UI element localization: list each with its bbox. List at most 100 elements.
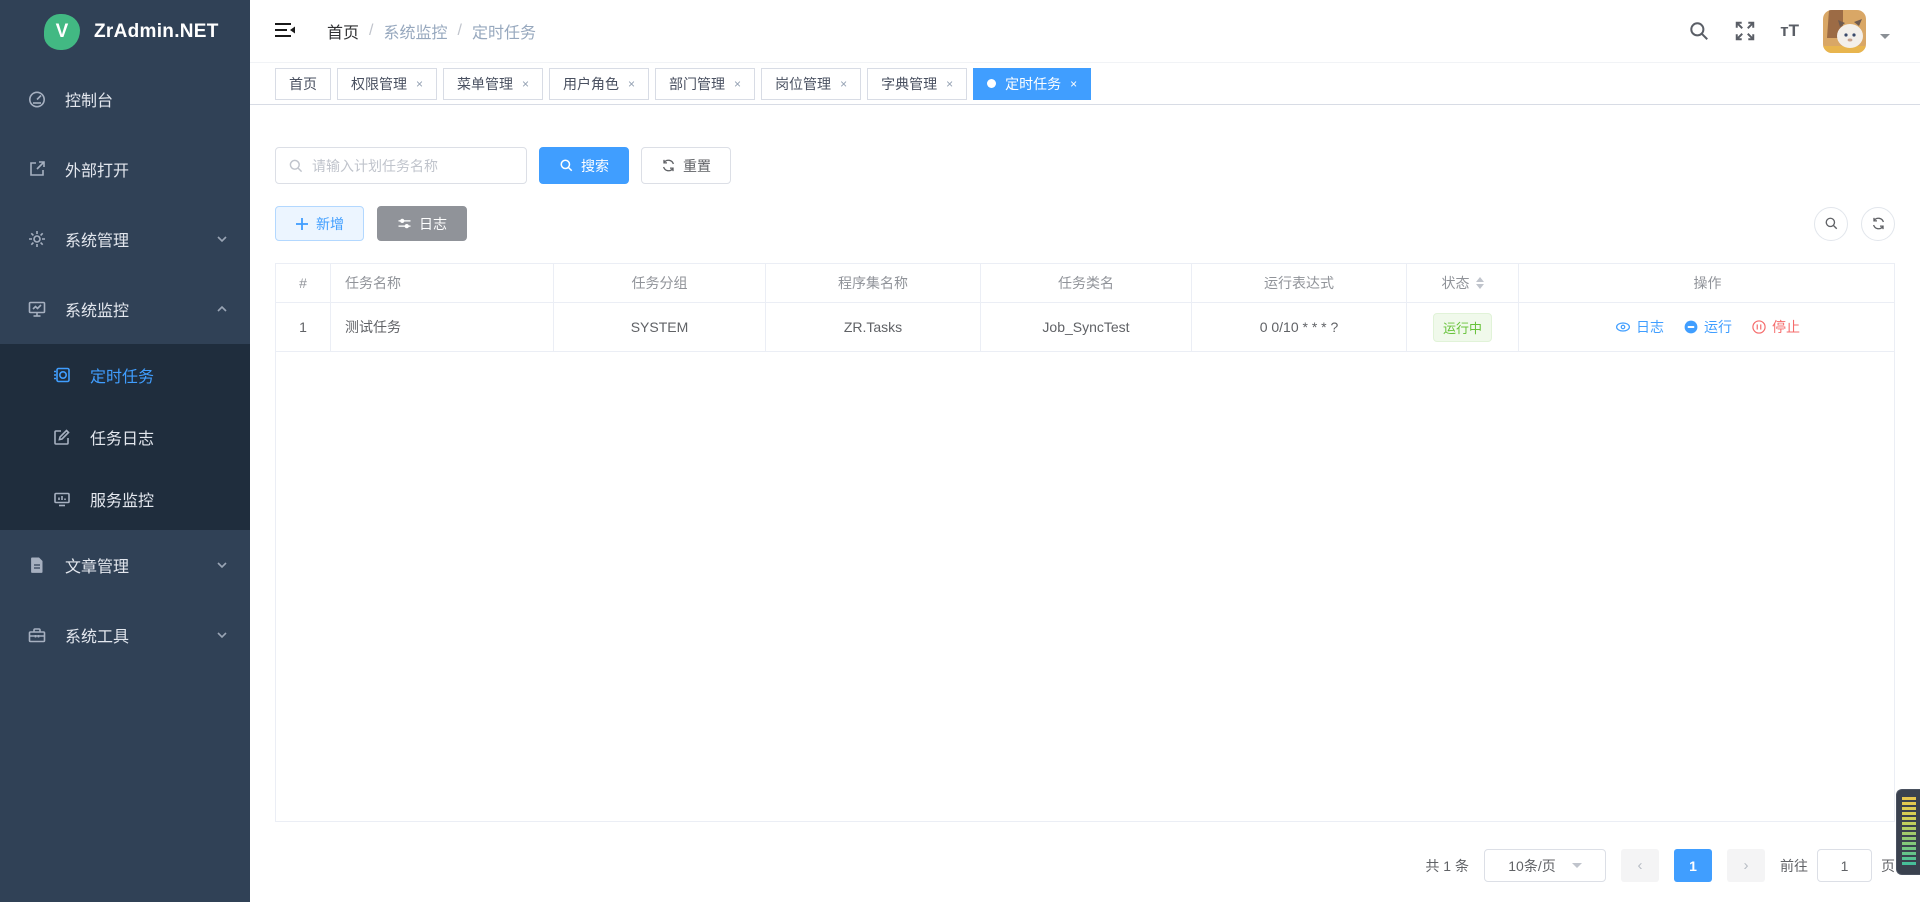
app-title: ZrAdmin.NET <box>94 21 219 43</box>
floating-edge-widget[interactable] <box>1896 789 1920 875</box>
tab-close-icon[interactable]: × <box>522 77 529 91</box>
timer-icon <box>52 365 72 385</box>
sidebar-item-dashboard[interactable]: 控制台 <box>0 64 250 134</box>
column-header-task-name: 任务名称 <box>331 264 554 302</box>
edit-log-icon <box>52 427 72 447</box>
search-icon <box>288 158 304 174</box>
run-task-label: 运行 <box>1704 317 1732 337</box>
column-header-assembly: 程序集名称 <box>766 264 981 302</box>
pagination-total: 共 1 条 <box>1425 856 1469 876</box>
caret-down-icon[interactable] <box>1880 34 1890 44</box>
cell-index: 1 <box>276 303 331 351</box>
log-button-label: 日志 <box>419 214 447 234</box>
cell-task-name: 测试任务 <box>331 303 554 351</box>
tab-scheduled-tasks[interactable]: 定时任务 × <box>973 68 1091 100</box>
refresh-table-button[interactable] <box>1861 207 1895 241</box>
column-header-task-group: 任务分组 <box>554 264 766 302</box>
sidebar-item-label: 外部打开 <box>65 157 129 181</box>
equalizer-bars-icon <box>1902 797 1916 867</box>
row-actions: 日志 运行 停止 <box>1615 317 1800 337</box>
add-button-label: 新增 <box>316 214 344 234</box>
goto-page: 前往 页 <box>1780 849 1895 882</box>
tab-user-roles[interactable]: 用户角色 × <box>549 68 649 100</box>
tab-dictionary-management[interactable]: 字典管理 × <box>867 68 967 100</box>
server-monitor-icon <box>52 489 72 509</box>
log-button[interactable]: 日志 <box>377 206 467 241</box>
table-row[interactable]: 1 测试任务 SYSTEM ZR.Tasks Job_SyncTest 0 0/… <box>276 303 1894 352</box>
next-page-button[interactable]: › <box>1727 849 1765 882</box>
page-content: 搜索 重置 新增 <box>250 105 1920 902</box>
stop-task-label: 停止 <box>1772 317 1800 337</box>
tab-label: 岗位管理 <box>775 74 831 94</box>
tab-close-icon[interactable]: × <box>1070 77 1077 91</box>
view-log-label: 日志 <box>1636 317 1664 337</box>
sidebar: V ZrAdmin.NET 控制台 外部打开 <box>0 0 250 902</box>
tab-close-icon[interactable]: × <box>840 77 847 91</box>
cell-status: 运行中 <box>1407 303 1519 351</box>
sidebar-item-service-monitor[interactable]: 服务监控 <box>0 468 250 530</box>
refresh-icon <box>1871 216 1886 231</box>
page-size-value: 10条/页 <box>1508 856 1555 876</box>
sidebar-item-system-monitor[interactable]: 系统监控 <box>0 274 250 344</box>
sidebar-collapse-icon[interactable] <box>273 20 297 43</box>
sidebar-item-label: 系统监控 <box>65 297 129 321</box>
external-link-icon <box>27 159 47 179</box>
tab-close-icon[interactable]: × <box>416 77 423 91</box>
breadcrumb-home[interactable]: 首页 <box>327 19 359 43</box>
chevron-down-icon <box>1572 863 1582 873</box>
sidebar-item-external-open[interactable]: 外部打开 <box>0 134 250 204</box>
run-task-link[interactable]: 运行 <box>1683 317 1732 337</box>
column-header-status-label: 状态 <box>1442 273 1470 293</box>
tab-close-icon[interactable]: × <box>628 77 635 91</box>
tab-label: 字典管理 <box>881 74 937 94</box>
prev-page-button[interactable]: ‹ <box>1621 849 1659 882</box>
tab-label: 部门管理 <box>669 74 725 94</box>
status-badge: 运行中 <box>1433 313 1492 342</box>
tab-label: 首页 <box>289 74 317 94</box>
add-button[interactable]: 新增 <box>275 206 364 241</box>
fullscreen-icon[interactable] <box>1734 20 1756 42</box>
page-number-1[interactable]: 1 <box>1674 849 1712 882</box>
cell-cron: 0 0/10 * * * ? <box>1192 303 1407 351</box>
sort-carets-icon[interactable] <box>1476 273 1484 293</box>
goto-page-input[interactable] <box>1817 849 1872 882</box>
column-header-index: # <box>276 264 331 302</box>
table-header-row: # 任务名称 任务分组 程序集名称 任务类名 运行表达式 状态 操作 <box>276 264 1894 303</box>
search-input[interactable] <box>312 158 514 174</box>
chevron-down-icon <box>216 559 228 571</box>
sidebar-item-article-management[interactable]: 文章管理 <box>0 530 250 600</box>
breadcrumb-system-monitor: 系统监控 <box>383 19 447 43</box>
tab-home[interactable]: 首页 <box>275 68 331 100</box>
dashboard-icon <box>27 89 47 109</box>
tab-department-management[interactable]: 部门管理 × <box>655 68 755 100</box>
search-icon[interactable] <box>1688 20 1710 42</box>
reset-button[interactable]: 重置 <box>641 147 731 184</box>
sidebar-item-label: 控制台 <box>65 87 113 111</box>
logo-icon: V <box>44 14 80 50</box>
stop-task-link[interactable]: 停止 <box>1751 317 1800 337</box>
eye-icon <box>1615 319 1631 335</box>
tab-close-icon[interactable]: × <box>734 77 741 91</box>
tab-close-icon[interactable]: × <box>946 77 953 91</box>
app-logo[interactable]: V ZrAdmin.NET <box>0 0 250 63</box>
page-size-select[interactable]: 10条/页 <box>1484 849 1606 882</box>
sidebar-item-system-management[interactable]: 系统管理 <box>0 204 250 274</box>
font-size-icon[interactable]: ᴛT <box>1780 21 1799 41</box>
column-header-cron: 运行表达式 <box>1192 264 1407 302</box>
search-button[interactable]: 搜索 <box>539 147 629 184</box>
tab-position-management[interactable]: 岗位管理 × <box>761 68 861 100</box>
column-header-actions: 操作 <box>1519 264 1896 302</box>
task-name-search-field[interactable] <box>275 147 527 184</box>
tab-menu-management[interactable]: 菜单管理 × <box>443 68 543 100</box>
refresh-icon <box>661 158 676 173</box>
view-log-link[interactable]: 日志 <box>1615 317 1664 337</box>
tab-permission-management[interactable]: 权限管理 × <box>337 68 437 100</box>
sidebar-item-task-logs[interactable]: 任务日志 <box>0 406 250 468</box>
sidebar-item-system-tools[interactable]: 系统工具 <box>0 600 250 670</box>
show-search-button[interactable] <box>1814 207 1848 241</box>
sidebar-item-scheduled-tasks[interactable]: 定时任务 <box>0 344 250 406</box>
avatar[interactable] <box>1823 10 1866 53</box>
tab-label: 菜单管理 <box>457 74 513 94</box>
pause-icon <box>1751 319 1767 335</box>
search-row: 搜索 重置 <box>275 147 1895 184</box>
